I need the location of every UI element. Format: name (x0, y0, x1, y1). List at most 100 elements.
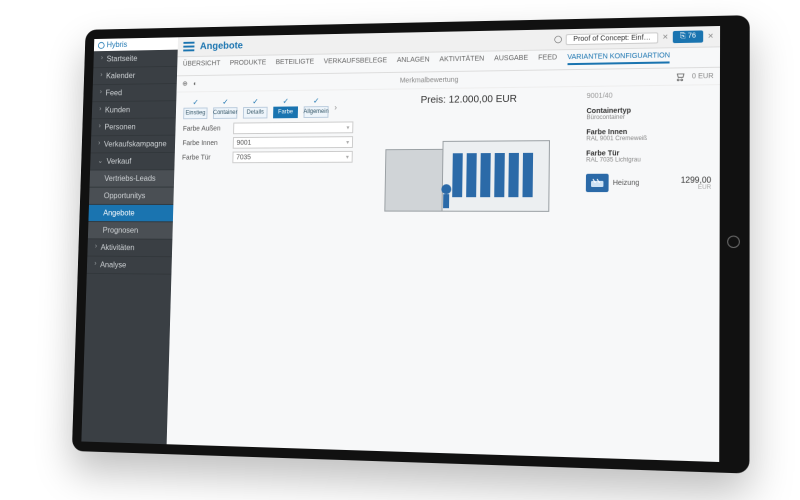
sidebar-item-kunden[interactable]: › Kunden (92, 101, 177, 119)
chevron-right-icon: › (98, 140, 100, 147)
step-einstieg[interactable]: ✓Einstieg (183, 98, 208, 119)
step-nav: ✓Einstieg✓Container✓Details✓Farbe✓Allgem… (183, 96, 354, 119)
menu-icon[interactable] (183, 42, 194, 52)
chevron-right-icon: › (101, 55, 103, 62)
chevron-right-icon: › (99, 106, 101, 113)
brand-icon (98, 41, 105, 49)
tablet-home-button[interactable] (727, 236, 740, 249)
section-label: Merkmalbewertung (203, 73, 669, 87)
step-container[interactable]: ✓Container (213, 97, 238, 118)
sidebar-item-label: Personen (104, 123, 135, 132)
field-list: Farbe Außen▾Farbe Innen9001▾Farbe Tür703… (182, 121, 353, 163)
details-panel: 9001/40 ContainertypBürocontainerFarbe I… (584, 91, 712, 455)
chevron-right-icon: › (100, 72, 102, 79)
step-label: Allgemein (303, 106, 328, 118)
addon-price: 1299,00 EUR (681, 175, 712, 190)
expand-icon[interactable]: ⊕ (182, 80, 188, 88)
sidebar-item-startseite[interactable]: ›Startseite (93, 50, 177, 69)
sidebar-item-label: Verkaufskampagne (104, 140, 167, 149)
sidebar-item-label: Feed (105, 89, 122, 98)
field-select[interactable]: 7035▾ (232, 151, 352, 163)
step-label: Details (243, 107, 268, 119)
step-details[interactable]: ✓Details (243, 97, 268, 119)
sidebar: Hybris ›Startseite›Kalender›Feed›Kunden›… (81, 37, 178, 444)
chevron-down-icon: ⌄ (98, 157, 104, 165)
tab-anlagen[interactable]: ANLAGEN (397, 57, 430, 68)
tab-variantenkonfiguartion[interactable]: VARIANTEN KONFIGUARTION (567, 52, 670, 65)
field-farbeinnen: Farbe Innen9001▾ (182, 136, 353, 149)
breadcrumb-position[interactable]: ⎘ 76 (673, 30, 704, 43)
page-title: Angebote (200, 40, 243, 51)
field-value: 9001 (237, 139, 252, 146)
sidebar-item-angebote[interactable]: Angebote (88, 205, 173, 222)
check-icon: ✓ (282, 97, 289, 106)
check-icon: ✓ (313, 96, 320, 105)
tablet-frame: Hybris ›Startseite›Kalender›Feed›Kunden›… (72, 15, 750, 473)
sidebar-item-vertriebsleads[interactable]: Vertriebs-Leads (90, 170, 175, 187)
step-farbe[interactable]: ✓Farbe (273, 97, 298, 119)
field-select[interactable]: ▾ (233, 121, 353, 134)
sidebar-item-label: Prognosen (103, 226, 139, 235)
tab-bersicht[interactable]: ÜBERSICHT (183, 60, 221, 71)
chevron-right-icon: › (95, 243, 97, 250)
check-icon: ✓ (222, 98, 228, 107)
field-label: Farbe Tür (182, 154, 229, 161)
check-icon: ✓ (192, 98, 198, 107)
cart-icon[interactable] (675, 71, 686, 81)
chevron-down-icon: ▾ (346, 139, 349, 146)
sidebar-item-opportunitys[interactable]: Opportunitys (89, 188, 174, 205)
brand-text: Hybris (107, 40, 128, 49)
step-label: Einstieg (183, 107, 207, 119)
sidebar-item-personen[interactable]: ›Personen (91, 118, 176, 136)
cart-total: 0 EUR (692, 72, 714, 79)
close-icon[interactable]: ✕ (708, 32, 714, 40)
step-label: Container (213, 107, 238, 119)
sidebar-item-analyse[interactable]: ›Analyse (87, 257, 172, 275)
sidebar-item-verkauf[interactable]: ⌄Verkauf (90, 153, 175, 171)
addon-name: Heizung (613, 179, 640, 186)
addon-price-currency: EUR (681, 184, 712, 190)
sidebar-item-label: Aktivitäten (101, 243, 135, 252)
tab-verkaufsbelege[interactable]: VERKAUFSBELEGE (323, 57, 387, 69)
breadcrumb-doc[interactable]: Proof of Concept: Einf… (566, 32, 658, 45)
field-select[interactable]: 9001 ▾ (233, 136, 353, 149)
sidebar-item-label: Angebote (103, 209, 135, 218)
breadcrumb-circle-icon: ◯ (554, 35, 562, 43)
preview-panel: Preis: 12.000,00 EUR (357, 93, 577, 451)
sidebar-item-aktivitten[interactable]: › Aktivitäten (87, 239, 172, 257)
sidebar-item-label: Verkauf (106, 157, 131, 166)
heater-icon (590, 178, 605, 188)
field-label: Farbe Außen (183, 125, 230, 132)
app-screen: Hybris ›Startseite›Kalender›Feed›Kunden›… (81, 26, 720, 462)
chevron-right-icon: › (99, 123, 101, 130)
chevron-right-icon: › (100, 89, 102, 96)
attr-value: RAL 7035 Lichtgrau (586, 157, 711, 164)
tab-feed[interactable]: FEED (538, 54, 557, 65)
attr-farbeinnen: Farbe InnenRAL 9001 Cremeweiß (586, 128, 711, 142)
attr-value: RAL 9001 Cremeweiß (586, 135, 711, 142)
position-value: 76 (688, 33, 696, 40)
addon-item[interactable]: Heizung 1299,00 EUR (586, 173, 711, 192)
chevron-down-icon: ▾ (346, 124, 349, 131)
sidebar-item-prognosen[interactable]: Prognosen (88, 222, 173, 240)
tab-ausgabe[interactable]: AUSGABE (494, 55, 528, 67)
sidebar-item-label: Kunden (105, 106, 130, 115)
position-icon: ⎘ (680, 33, 686, 40)
sidebar-item-feed[interactable]: ›Feed (92, 84, 176, 102)
addon-price-value: 1299,00 (681, 175, 712, 184)
collapse-icon[interactable]: ◐ (193, 80, 197, 87)
more-steps-icon[interactable]: › (334, 103, 337, 112)
close-icon[interactable]: ✕ (662, 33, 668, 41)
chevron-right-icon: › (94, 260, 96, 267)
sidebar-item-verkaufskampagne[interactable]: › Verkaufskampagne (91, 136, 176, 154)
step-allgemein[interactable]: ✓Allgemein (303, 96, 328, 118)
attr-containertyp: ContainertypBürocontainer (586, 107, 711, 121)
sidebar-item-label: Startseite (106, 54, 137, 63)
sidebar-item-kalender[interactable]: ›Kalender (93, 67, 177, 85)
field-farbeauen: Farbe Außen ▾ (183, 121, 354, 134)
tab-beteiligte[interactable]: BETEILIGTE (275, 59, 314, 70)
tab-produkte[interactable]: PRODUKTE (229, 59, 266, 70)
content-area: ✓Einstieg✓Container✓Details✓Farbe✓Allgem… (167, 85, 720, 462)
step-label: Farbe (273, 106, 298, 118)
tab-aktivitten[interactable]: AKTIVITÄTEN (439, 56, 484, 68)
